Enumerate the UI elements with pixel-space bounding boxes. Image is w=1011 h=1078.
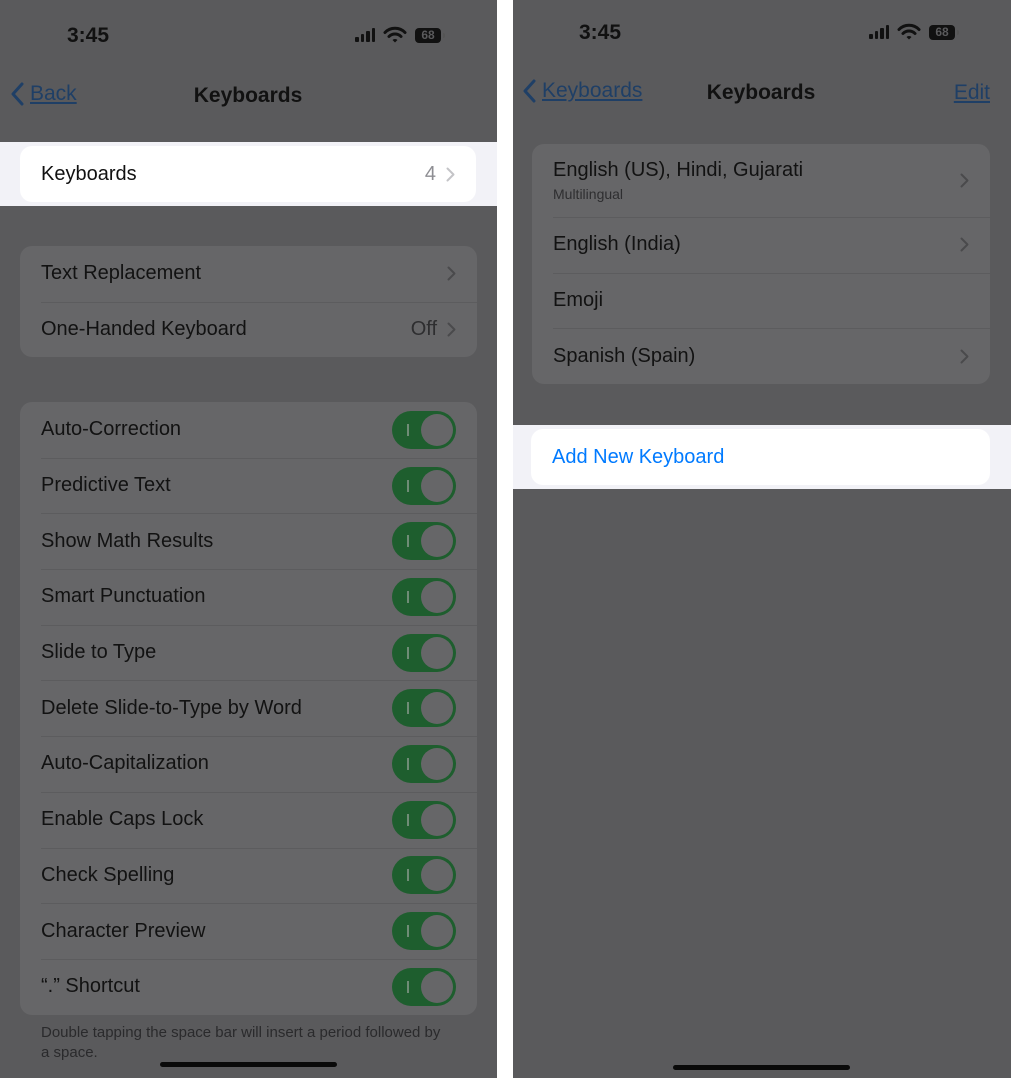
edit-button[interactable]: Edit — [954, 81, 990, 105]
keyboard-subtitle: Multilingual — [553, 186, 624, 202]
chevron-right-icon — [447, 266, 456, 281]
row-label: Slide to Type — [41, 641, 157, 664]
smart-punctuation-switch[interactable] — [392, 577, 456, 616]
keyboards-row-label: Keyboards — [41, 162, 137, 185]
toggle-row-smart-punctuation: Smart Punctuation — [20, 569, 477, 625]
replacement-group: Text Replacement One-Handed Keyboard Off — [20, 246, 477, 358]
toggle-row-auto-capitalization: Auto-Capitalization — [20, 736, 477, 792]
add-keyboard-highlight: Add New Keyboard — [513, 425, 1011, 489]
page-title: Keyboards — [193, 84, 303, 107]
keyboard-name: English (India) — [553, 233, 681, 256]
chevron-right-icon — [960, 237, 969, 252]
chevron-right-icon — [960, 173, 969, 188]
show-math-results-switch[interactable] — [392, 522, 456, 561]
status-icons: 68 — [869, 23, 959, 41]
toggle-row-slide-to-type: Slide to Type — [20, 624, 477, 681]
battery-icon: 68 — [415, 27, 445, 43]
signal-icon — [869, 25, 889, 39]
row-label: Check Spelling — [41, 863, 175, 886]
keyboard-item[interactable]: English (India) — [532, 217, 990, 273]
keyboard-settings-screen: 3:45 68 Back Keyboards Keyboards 4 Text … — [0, 0, 497, 1078]
home-indicator[interactable] — [160, 1062, 337, 1067]
toggle-row-predictive-text: Predictive Text — [20, 457, 477, 514]
row-label: Auto-Capitalization — [41, 752, 209, 775]
keyboards-count: 4 — [424, 162, 436, 185]
row-label: Show Math Results — [41, 529, 214, 552]
chevron-right-icon — [447, 322, 456, 337]
delete-slide-to-type-switch[interactable] — [392, 689, 456, 728]
toggle-row-delete-slide-to-type: Delete Slide-to-Type by Word — [20, 680, 477, 736]
auto-capitalization-switch[interactable] — [392, 744, 456, 783]
chevron-right-icon — [446, 167, 455, 181]
status-time: 3:45 — [579, 21, 622, 44]
predictive-text-switch[interactable] — [392, 466, 456, 505]
check-spelling-switch[interactable] — [392, 856, 456, 895]
row-label: Text Replacement — [41, 262, 202, 285]
row-label: “.” Shortcut — [41, 975, 140, 998]
toggle-row-check-spelling: Check Spelling — [20, 847, 477, 904]
row-label: Auto-Correction — [41, 418, 182, 441]
keyboard-item[interactable]: English (US), Hindi, Gujarati Multilingu… — [532, 144, 990, 217]
toggle-row-character-preview: Character Preview — [20, 903, 477, 959]
chevron-left-icon — [523, 79, 536, 103]
keyboard-name: Spanish (Spain) — [553, 344, 696, 367]
home-indicator[interactable] — [673, 1065, 850, 1070]
keyboard-item[interactable]: Emoji — [532, 272, 990, 329]
status-time: 3:45 — [67, 24, 110, 47]
keyboards-list: English (US), Hindi, Gujarati Multilingu… — [532, 144, 990, 385]
keyboard-item[interactable]: Spanish (Spain) — [532, 328, 990, 384]
row-value: Off — [410, 318, 437, 341]
keyboards-row[interactable]: Keyboards 4 — [20, 146, 476, 202]
toggle-row-show-math-results: Show Math Results — [20, 513, 477, 569]
text-replacement-row[interactable]: Text Replacement — [20, 246, 477, 302]
chevron-left-icon — [11, 82, 24, 106]
back-label: Keyboards — [542, 79, 643, 102]
character-preview-switch[interactable] — [392, 912, 456, 951]
auto-correction-switch[interactable] — [392, 410, 456, 449]
slide-to-type-switch[interactable] — [392, 633, 456, 672]
keyboards-highlight: Keyboards 4 — [0, 142, 497, 206]
row-label: Enable Caps Lock — [41, 808, 204, 831]
wifi-icon — [383, 26, 407, 43]
keyboard-name: English (US), Hindi, Gujarati — [553, 159, 804, 181]
shortcut-footnote: Double tapping the space bar will insert… — [41, 1024, 441, 1061]
page-title: Keyboards — [706, 81, 816, 104]
row-label: Predictive Text — [41, 474, 171, 497]
toggle-group: Auto-Correction Predictive Text Show Mat… — [20, 402, 477, 1015]
chevron-right-icon — [960, 349, 969, 364]
keyboards-list-screen: 3:45 68 Keyboards Keyboards Edit English… — [513, 0, 1011, 1078]
battery-icon: 68 — [929, 24, 959, 40]
one-handed-keyboard-row[interactable]: One-Handed Keyboard Off — [20, 301, 477, 358]
back-button[interactable]: Keyboards — [522, 79, 642, 103]
status-icons: 68 — [355, 26, 445, 44]
toggle-row-period-shortcut: “.” Shortcut — [20, 958, 477, 1015]
period-shortcut-switch[interactable] — [392, 967, 456, 1006]
back-button[interactable]: Back — [10, 82, 77, 106]
back-label: Back — [30, 82, 77, 105]
toggle-row-enable-caps-lock: Enable Caps Lock — [20, 791, 477, 848]
wifi-icon — [897, 23, 921, 40]
row-label: Smart Punctuation — [41, 585, 206, 608]
enable-caps-lock-switch[interactable] — [392, 800, 456, 839]
row-label: Delete Slide-to-Type by Word — [41, 696, 302, 719]
row-label: One-Handed Keyboard — [41, 318, 247, 341]
row-label: Character Preview — [41, 919, 206, 942]
add-new-keyboard-button[interactable]: Add New Keyboard — [531, 429, 990, 485]
keyboard-name: Emoji — [553, 289, 604, 312]
signal-icon — [355, 28, 375, 42]
toggle-row-auto-correction: Auto-Correction — [20, 402, 477, 458]
